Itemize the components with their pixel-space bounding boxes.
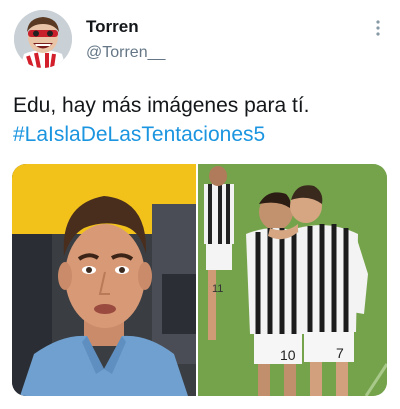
tweet-text: Edu, hay más imágenes para tí. #LaIslaDe… bbox=[13, 91, 393, 149]
tweet-card: Torren @Torren__ Edu, hay más imágenes p… bbox=[0, 0, 400, 409]
handle[interactable]: @Torren__ bbox=[86, 44, 165, 62]
display-name[interactable]: Torren bbox=[86, 17, 139, 37]
hashtag-link[interactable]: #LaIslaDeLasTentaciones5 bbox=[13, 120, 393, 149]
more-vertical-icon[interactable] bbox=[368, 18, 388, 38]
tweet-text-line: Edu, hay más imágenes para tí. bbox=[13, 94, 310, 117]
jersey-number-7: 7 bbox=[336, 345, 344, 361]
jersey-number-11: 11 bbox=[212, 283, 223, 295]
man-shocked-face-photo[interactable] bbox=[12, 164, 196, 396]
avatar[interactable] bbox=[14, 10, 72, 68]
tweet-media[interactable]: 11 10 7 bbox=[12, 164, 387, 396]
soccer-players-embrace-photo[interactable]: 11 10 7 bbox=[198, 164, 387, 396]
jersey-number-10: 10 bbox=[280, 347, 296, 363]
cartoon-avatar-icon bbox=[14, 10, 72, 68]
